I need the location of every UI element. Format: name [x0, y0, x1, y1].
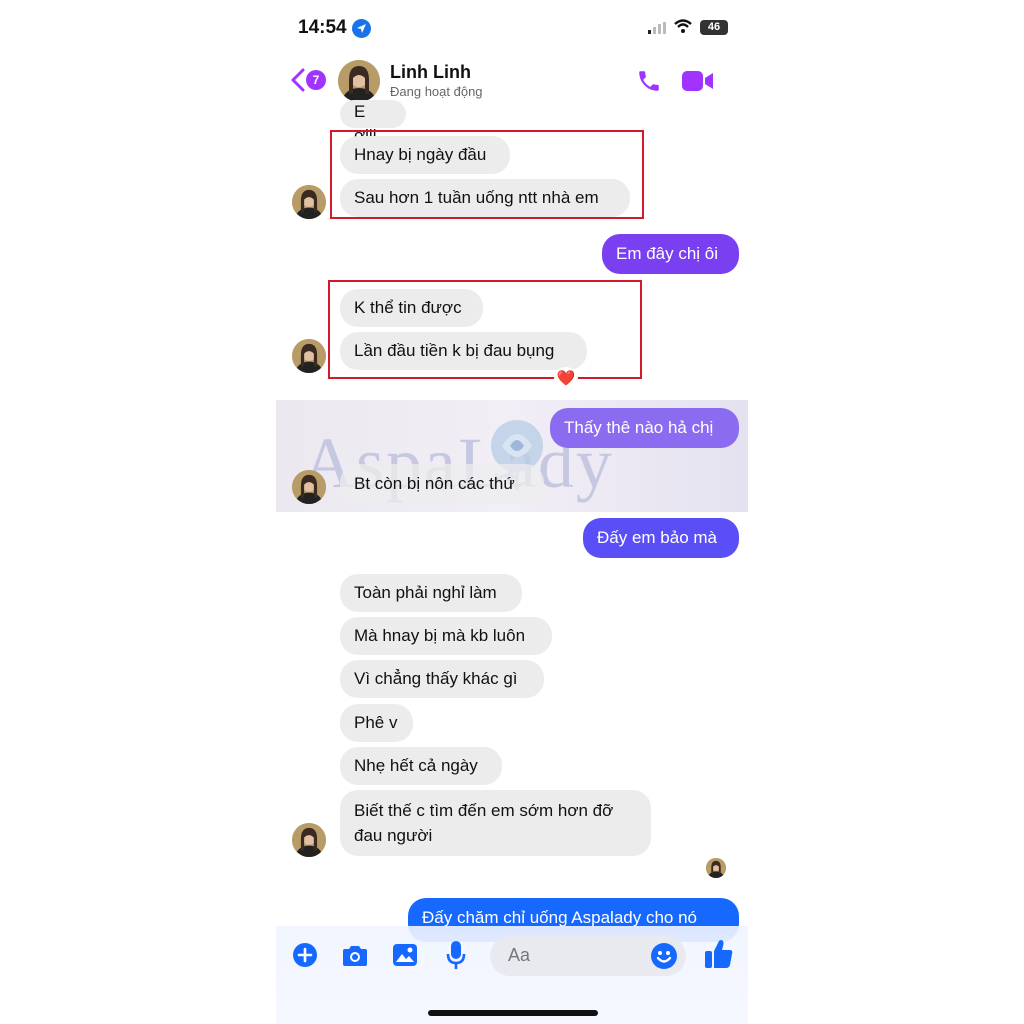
- phone-call-icon[interactable]: [636, 68, 662, 94]
- signal-icon: [648, 22, 666, 34]
- add-plus-icon[interactable]: [292, 942, 318, 968]
- message-incoming[interactable]: Biết thế c tìm đến em sớm hơn đỡ đau ngư…: [340, 790, 651, 856]
- message-incoming[interactable]: Toàn phải nghỉ làm: [340, 574, 522, 612]
- unread-badge[interactable]: 7: [306, 70, 326, 90]
- home-indicator[interactable]: [428, 1010, 598, 1016]
- watermark-band: AspaLady Thấy thê nào hả chị Bt còn bị n…: [276, 400, 748, 512]
- contact-avatar-small[interactable]: [292, 470, 326, 504]
- message-incoming[interactable]: Hnay bị ngày đầu: [340, 136, 510, 174]
- photo-gallery-icon[interactable]: [392, 943, 418, 967]
- video-call-icon[interactable]: [682, 70, 714, 92]
- message-incoming[interactable]: Nhẹ hết cả ngày: [340, 747, 502, 785]
- camera-icon[interactable]: [341, 944, 369, 968]
- contact-avatar-small[interactable]: [292, 185, 326, 219]
- chat-header: 7 Linh Linh Đang hoạt động: [276, 56, 748, 104]
- message-incoming[interactable]: Bt còn bị nôn các thứ: [340, 464, 544, 504]
- message-incoming[interactable]: Vì chẳng thấy khác gì: [340, 660, 544, 698]
- emoji-icon[interactable]: [650, 942, 678, 970]
- microphone-icon[interactable]: [446, 940, 466, 970]
- active-status: Đang hoạt động: [390, 84, 483, 99]
- messenger-screen: 14:54 46 7 Linh Linh Đang hoạt động E Hn…: [276, 0, 748, 1024]
- wifi-icon: [674, 19, 692, 33]
- heart-reaction-icon[interactable]: ❤️: [554, 367, 578, 391]
- message-incoming[interactable]: Lần đầu tiền k bị đau bụng: [340, 332, 587, 370]
- message-input-placeholder: Aa: [508, 945, 531, 965]
- message-outgoing[interactable]: Em đây chị ôi: [602, 234, 739, 274]
- status-time: 14:54: [298, 17, 347, 38]
- thumbs-up-icon[interactable]: [704, 938, 734, 970]
- message-incoming[interactable]: Mà hnay bị mà kb luôn: [340, 617, 552, 655]
- message-incoming[interactable]: E ơiii: [340, 100, 406, 145]
- message-incoming[interactable]: K thể tin được: [340, 289, 483, 327]
- location-arrow-icon: [352, 19, 371, 38]
- contact-name[interactable]: Linh Linh: [390, 62, 471, 83]
- contact-avatar-small[interactable]: [292, 339, 326, 373]
- back-chevron-icon[interactable]: [290, 68, 306, 92]
- status-bar: 14:54 46: [276, 0, 748, 56]
- composer-bar: Aa: [276, 926, 748, 1024]
- message-outgoing[interactable]: Đấy em bảo mà: [583, 518, 739, 558]
- message-incoming[interactable]: Sau hơn 1 tuần uống ntt nhà em: [340, 179, 630, 217]
- seen-receipt-avatar: [706, 858, 726, 878]
- message-outgoing[interactable]: Thấy thê nào hả chị: [550, 408, 739, 448]
- contact-avatar-small[interactable]: [292, 823, 326, 857]
- battery-icon: 46: [700, 20, 728, 35]
- battery-level: 46: [707, 21, 721, 33]
- message-incoming[interactable]: Phê v: [340, 704, 413, 742]
- contact-avatar[interactable]: [338, 60, 380, 102]
